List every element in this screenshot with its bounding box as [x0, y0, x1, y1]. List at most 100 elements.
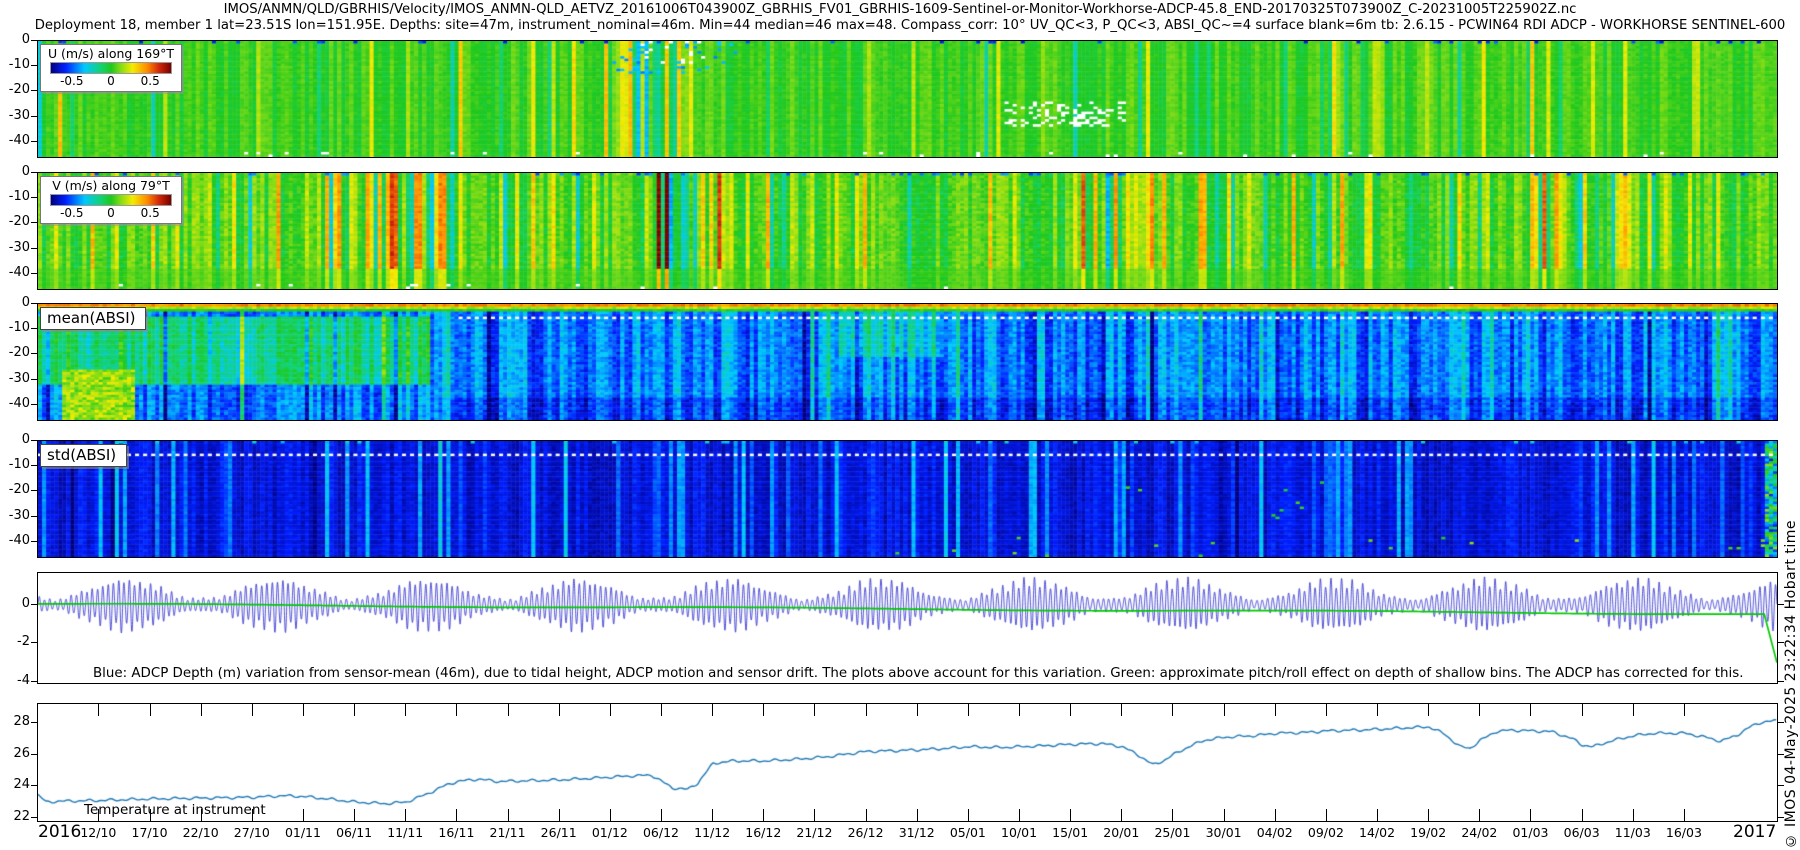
x-tick-mark — [1121, 809, 1123, 821]
x-tick-mark — [1530, 704, 1532, 716]
x-tick-mark — [1274, 704, 1276, 716]
y-tick-mark — [31, 404, 38, 405]
y-tick-mark — [31, 141, 38, 142]
x-tick-mark — [763, 704, 765, 716]
u-colorbar-title: U (m/s) along 169°T — [47, 46, 175, 61]
u-colorbar-legend: U (m/s) along 169°T -0.5 0 0.5 — [40, 44, 182, 92]
y-tick-mark — [31, 40, 38, 41]
y-tick-label: 28 — [13, 713, 30, 729]
x-tick-mark — [1274, 809, 1276, 821]
y-tick-label: -40 — [8, 132, 30, 148]
y-tick-label: -10 — [8, 189, 30, 205]
v-colorbar-tick: -0.5 — [60, 206, 84, 220]
x-tick-mark — [814, 809, 816, 821]
x-tick-mark — [200, 704, 202, 716]
y-tick-mark-right — [1777, 785, 1784, 786]
y-tick-mark — [31, 541, 38, 542]
y-tick-mark — [31, 353, 38, 354]
x-tick-mark — [712, 809, 714, 821]
x-tick-mark — [916, 809, 918, 821]
x-tick-mark — [1683, 809, 1685, 821]
figure-subtitle: Deployment 18, member 1 lat=23.51S lon=1… — [34, 18, 1786, 33]
y-tick-mark — [31, 248, 38, 249]
temperature-canvas — [38, 704, 1777, 821]
std-absi-label: std(ABSI) — [40, 444, 128, 467]
x-tick-mark — [354, 704, 356, 716]
x-tick-label: 22/10 — [182, 825, 219, 840]
y-tick-label: -20 — [8, 345, 30, 361]
y-tick-mark-right — [1777, 681, 1784, 682]
x-tick-label: 30/01 — [1205, 825, 1242, 840]
v-colorbar-ticks: -0.5 0 0.5 — [41, 206, 181, 221]
y-tick-mark-right — [1777, 754, 1784, 755]
y-tick-mark — [31, 328, 38, 329]
v-velocity-heatmap-canvas — [38, 173, 1777, 289]
x-tick-mark — [1172, 704, 1174, 716]
panel-mean-absi-heatmap: mean(ABSI) — [37, 303, 1778, 421]
y-tick-mark — [31, 754, 38, 755]
y-tick-mark — [31, 516, 38, 517]
mean-absi-heatmap-canvas — [38, 304, 1777, 420]
y-tick-mark — [31, 465, 38, 466]
v-colorbar-legend: V (m/s) along 79°T -0.5 0 0.5 — [40, 176, 182, 224]
x-tick-label: 26/12 — [847, 825, 884, 840]
x-tick-label: 24/02 — [1461, 825, 1498, 840]
x-tick-label: 05/01 — [949, 825, 986, 840]
y-tick-label: 26 — [13, 745, 30, 761]
v-colorbar-tick: 0 — [107, 206, 115, 220]
y-tick-mark — [31, 440, 38, 441]
x-tick-mark — [1581, 809, 1583, 821]
x-tick-mark — [405, 809, 407, 821]
x-tick-label: 31/12 — [898, 825, 935, 840]
x-tick-mark — [1377, 809, 1379, 821]
x-tick-mark — [1325, 809, 1327, 821]
y-tick-mark — [31, 273, 38, 274]
x-tick-mark — [814, 704, 816, 716]
x-tick-mark — [712, 704, 714, 716]
x-tick-label: 04/02 — [1256, 825, 1293, 840]
x-tick-mark — [1632, 809, 1634, 821]
y-tick-label: -20 — [8, 482, 30, 498]
y-tick-label: -20 — [8, 214, 30, 230]
x-tick-mark — [1530, 809, 1532, 821]
y-tick-mark — [31, 65, 38, 66]
y-tick-label: -20 — [8, 82, 30, 98]
y-tick-label: -40 — [8, 395, 30, 411]
y-tick-label: -2 — [17, 634, 30, 650]
y-tick-label: -10 — [8, 320, 30, 336]
x-tick-mark — [1325, 704, 1327, 716]
x-tick-label: 17/10 — [131, 825, 168, 840]
end-year-label: 2017 — [1733, 822, 1777, 842]
x-tick-label: 25/01 — [1154, 825, 1191, 840]
x-tick-mark — [1632, 704, 1634, 716]
x-tick-label: 26/11 — [540, 825, 577, 840]
y-tick-mark — [31, 604, 38, 605]
y-tick-mark — [31, 116, 38, 117]
x-tick-mark — [967, 809, 969, 821]
x-tick-mark — [302, 809, 304, 821]
x-tick-label: 01/11 — [284, 825, 321, 840]
u-colorbar-tick: -0.5 — [60, 74, 84, 88]
x-tick-mark — [302, 704, 304, 716]
x-tick-label: 15/01 — [1052, 825, 1089, 840]
x-tick-mark — [1683, 704, 1685, 716]
u-colorbar-tick: 0.5 — [140, 74, 160, 88]
y-tick-mark — [31, 490, 38, 491]
x-tick-mark — [609, 809, 611, 821]
figure-title: IMOS/ANMN/QLD/GBRHIS/Velocity/IMOS_ANMN-… — [223, 2, 1577, 17]
adcp-figure: IMOS/ANMN/QLD/GBRHIS/Velocity/IMOS_ANMN-… — [0, 0, 1800, 850]
x-tick-label: 12/10 — [80, 825, 117, 840]
x-tick-mark — [1428, 809, 1430, 821]
y-tick-label: -10 — [8, 457, 30, 473]
x-tick-mark — [149, 704, 151, 716]
u-colorbar-ticks: -0.5 0 0.5 — [41, 74, 181, 89]
x-tick-mark — [1070, 704, 1072, 716]
x-tick-label: 27/10 — [233, 825, 270, 840]
x-tick-mark — [1070, 809, 1072, 821]
y-tick-label: 0 — [21, 295, 30, 310]
y-tick-label: -30 — [8, 107, 30, 123]
mean-absi-label: mean(ABSI) — [40, 307, 147, 330]
y-tick-label: -30 — [8, 507, 30, 523]
y-tick-mark — [31, 197, 38, 198]
y-tick-mark-right — [1777, 722, 1784, 723]
